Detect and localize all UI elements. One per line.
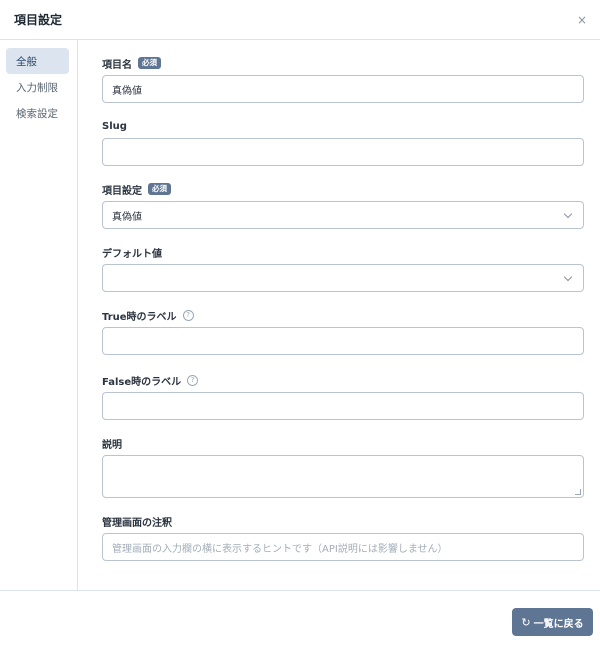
close-icon[interactable]: ×	[574, 12, 590, 28]
sidebar-item-label: 全般	[16, 55, 37, 68]
settings-form: 項目名 必須 真偽値 Slug 項目設定 必須 真偽値 デフォルト値 True時…	[78, 40, 600, 590]
default-value-group: デフォルト値	[102, 245, 585, 308]
sidebar-item-label: 入力制限	[16, 81, 58, 94]
sidebar-item-input-limits[interactable]: 入力制限	[6, 74, 69, 100]
false-label-group: False時のラベル ?	[102, 373, 585, 436]
admin-note-label: 管理画面の注釈	[102, 517, 172, 529]
description-label: 説明	[102, 439, 122, 451]
settings-sidebar: 全般 入力制限 検索設定	[0, 40, 78, 590]
admin-note-group: 管理画面の注釈 管理画面の入力欄の横に表示するヒントです（API説明には影響しま…	[102, 514, 585, 561]
slug-input[interactable]	[102, 138, 584, 166]
field-name-input[interactable]: 真偽値	[102, 75, 584, 103]
modal-body: 全般 入力制限 検索設定 項目名 必須 真偽値 Slug 項目設定 必須 真偽値…	[0, 40, 600, 590]
modal-header: 項目設定 ×	[0, 0, 600, 40]
chevron-down-icon	[563, 272, 573, 281]
slug-label: Slug	[102, 120, 127, 132]
sidebar-item-label: 検索設定	[16, 107, 58, 120]
field-type-value: 真偽値	[112, 211, 142, 223]
help-icon[interactable]: ?	[182, 309, 194, 321]
field-type-group: 項目設定 必須 真偽値	[102, 182, 585, 245]
field-type-select[interactable]: 真偽値	[102, 201, 584, 229]
sidebar-item-general[interactable]: 全般	[6, 48, 69, 74]
required-badge: 必須	[138, 57, 161, 69]
resize-handle[interactable]	[575, 489, 581, 495]
slug-group: Slug	[102, 119, 585, 182]
description-textarea[interactable]	[102, 455, 584, 498]
false-label-input[interactable]	[102, 392, 584, 420]
field-name-group: 項目名 必須 真偽値	[102, 56, 585, 119]
modal-footer: ↻ 一覧に戻る	[0, 590, 600, 645]
back-to-list-label: 一覧に戻る	[533, 618, 584, 630]
field-settings-modal: 項目設定 × 全般 入力制限 検索設定 項目名 必須 真偽値 Slug 項目設定…	[0, 0, 600, 645]
required-badge: 必須	[148, 183, 171, 195]
true-label-group: True時のラベル ?	[102, 308, 585, 373]
undo-icon: ↻	[521, 615, 531, 629]
default-value-select[interactable]	[102, 264, 584, 292]
admin-note-input[interactable]: 管理画面の入力欄の横に表示するヒントです（API説明には影響しません）	[102, 533, 584, 561]
sidebar-item-search-settings[interactable]: 検索設定	[6, 100, 69, 126]
field-name-label: 項目名	[102, 59, 132, 71]
field-type-label: 項目設定	[102, 185, 142, 197]
back-to-list-button[interactable]: ↻ 一覧に戻る	[512, 608, 593, 636]
default-value-label: デフォルト値	[102, 248, 162, 260]
true-label-label: True時のラベル	[102, 311, 177, 323]
true-label-input[interactable]	[102, 327, 584, 355]
chevron-down-icon	[563, 209, 573, 218]
description-group: 説明	[102, 436, 585, 514]
false-label-label: False時のラベル	[102, 376, 182, 388]
help-icon[interactable]: ?	[187, 374, 199, 386]
modal-title: 項目設定	[14, 13, 63, 27]
